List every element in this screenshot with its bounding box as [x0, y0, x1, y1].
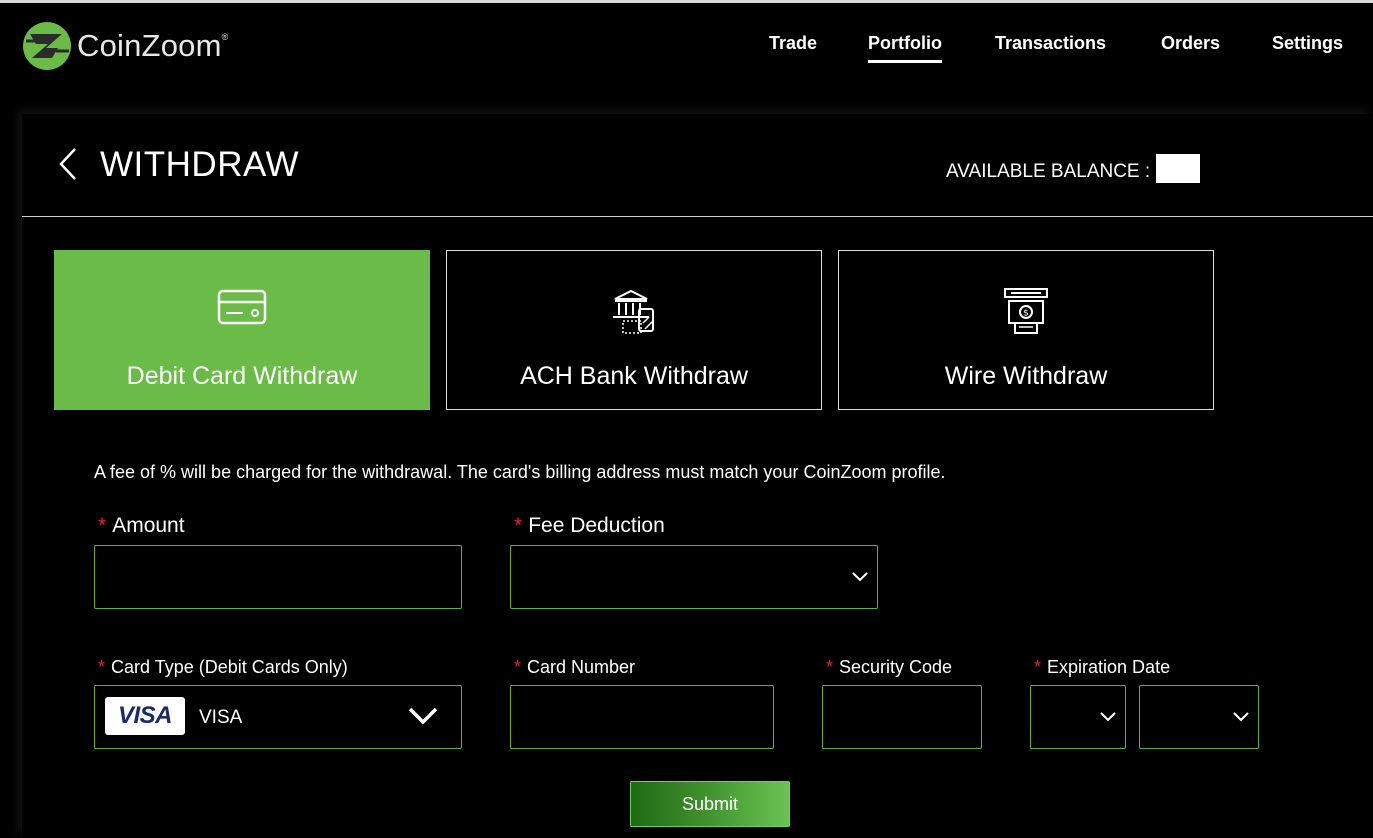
method-wire-label: Wire Withdraw — [944, 362, 1108, 390]
submit-button[interactable]: Submit — [630, 781, 790, 827]
method-ach-bank-label: ACH Bank Withdraw — [520, 362, 748, 390]
nav-orders[interactable]: Orders — [1161, 33, 1220, 54]
expiration-month-select[interactable] — [1030, 685, 1126, 749]
card-type-value: VISA — [199, 707, 243, 728]
amount-label-text: Amount — [112, 514, 185, 537]
main-nav: Trade Portfolio Transactions Orders Sett… — [0, 33, 1373, 73]
visa-card-icon: VISA — [105, 697, 185, 735]
method-wire[interactable]: $ Wire Withdraw — [838, 250, 1214, 410]
card-type-label-text: Card Type (Debit Cards Only) — [111, 657, 348, 677]
security-code-input[interactable] — [822, 685, 982, 749]
card-type-label: * Card Type (Debit Cards Only) — [98, 657, 348, 678]
required-marker: * — [514, 657, 522, 677]
required-marker: * — [826, 657, 834, 677]
security-code-label: * Security Code — [826, 657, 952, 678]
expiration-date-label: * Expiration Date — [1034, 657, 1170, 678]
required-marker: * — [98, 657, 106, 677]
visa-logo-text: VISA — [117, 702, 173, 729]
required-marker: * — [1034, 657, 1042, 677]
required-marker: * — [514, 514, 523, 537]
fee-deduction-label: * Fee Deduction — [514, 514, 665, 538]
available-balance-label: AVAILABLE BALANCE : — [946, 161, 1151, 182]
amount-label: * Amount — [98, 514, 185, 538]
amount-input[interactable] — [94, 545, 462, 609]
expiration-date-label-text: Expiration Date — [1047, 657, 1171, 677]
page-title: WITHDRAW — [100, 145, 300, 184]
available-balance: AVAILABLE BALANCE : — [946, 153, 1201, 183]
expiration-year-select[interactable] — [1139, 685, 1259, 749]
nav-transactions[interactable]: Transactions — [995, 33, 1106, 54]
card-number-label: * Card Number — [514, 657, 635, 678]
balance-value-redacted — [1156, 153, 1201, 183]
method-ach-bank[interactable]: ACH Bank Withdraw — [446, 250, 822, 410]
card-type-select[interactable]: VISA VISA — [94, 685, 462, 749]
chevron-down-icon — [1233, 712, 1249, 722]
back-chevron-icon[interactable] — [55, 146, 81, 182]
top-navigation-bar: CoinZoom® Trade Portfolio Transactions O… — [0, 0, 1373, 110]
fee-deduction-label-text: Fee Deduction — [528, 514, 665, 537]
nav-settings[interactable]: Settings — [1272, 33, 1343, 54]
svg-text:$: $ — [1023, 309, 1029, 319]
bank-transfer-icon — [613, 289, 654, 334]
security-code-label-text: Security Code — [839, 657, 953, 677]
withdraw-panel: WITHDRAW AVAILABLE BALANCE : Debit Card … — [22, 114, 1373, 838]
fee-deduction-select[interactable] — [510, 545, 878, 609]
method-debit-card-label: Debit Card Withdraw — [126, 362, 358, 390]
card-number-input[interactable] — [510, 685, 774, 749]
chevron-down-icon — [1100, 712, 1116, 722]
chevron-down-icon — [852, 572, 868, 582]
nav-trade[interactable]: Trade — [769, 33, 817, 54]
required-marker: * — [98, 514, 107, 537]
chevron-down-icon — [408, 707, 438, 725]
nav-portfolio[interactable]: Portfolio — [868, 33, 942, 63]
card-number-label-text: Card Number — [527, 657, 636, 677]
header-divider — [22, 216, 1373, 217]
cash-withdraw-icon: $ — [1004, 288, 1048, 334]
credit-card-icon — [217, 289, 267, 325]
fee-notice: A fee of % will be charged for the withd… — [94, 462, 946, 482]
method-debit-card[interactable]: Debit Card Withdraw — [54, 250, 430, 410]
